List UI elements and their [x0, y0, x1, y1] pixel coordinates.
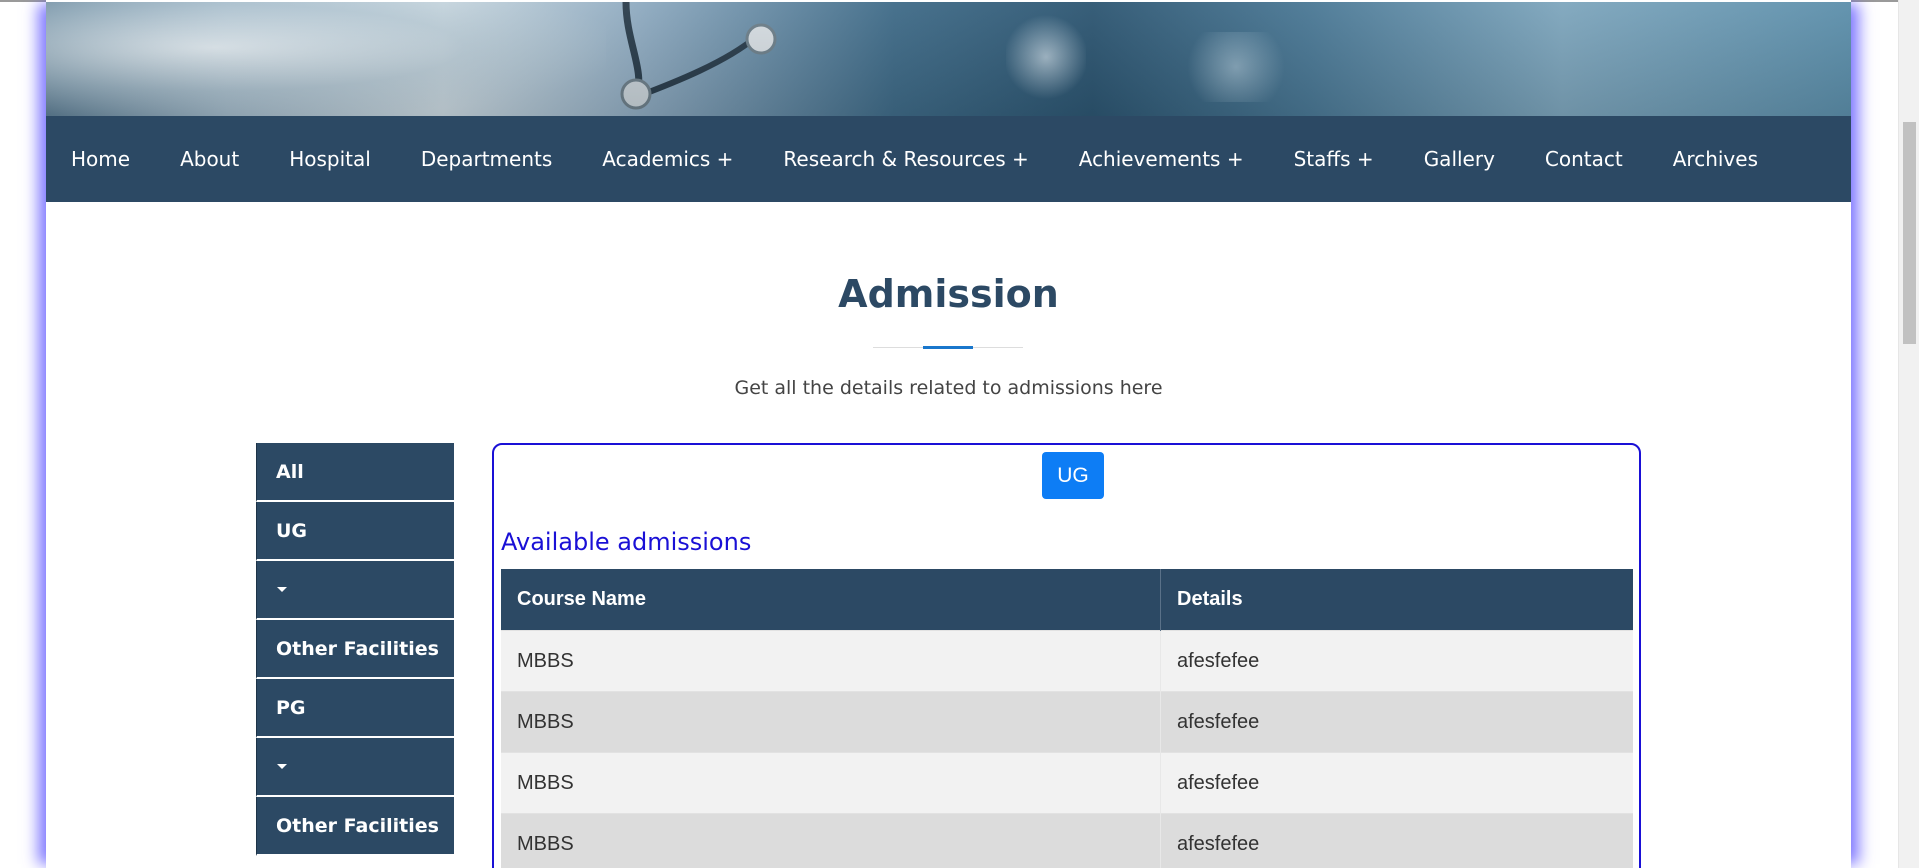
admission-category-sidebar: All UG Other Facilities PG Other Facilit… — [256, 443, 454, 856]
sidebar-item-label: All — [276, 460, 304, 483]
nav-achievements[interactable]: Achievements + — [1079, 147, 1244, 171]
title-accent-bar — [923, 346, 973, 349]
page-title: Admission — [838, 272, 1059, 316]
sidebar-item-label: UG — [276, 519, 308, 542]
details-cell: afesfefee — [1160, 813, 1633, 868]
details-cell: afesfefee — [1160, 691, 1633, 753]
nav-home[interactable]: Home — [71, 147, 130, 171]
table-header-row: Course Name Details — [501, 569, 1633, 631]
sidebar-item-label: PG — [276, 696, 306, 719]
nav-gallery[interactable]: Gallery — [1424, 147, 1495, 171]
admissions-panel: UG Available admissions Course Name Deta… — [492, 443, 1641, 868]
table-row: MBBS afesfefee — [501, 691, 1633, 753]
scrollbar-thumb[interactable] — [1903, 122, 1916, 344]
details-cell: afesfefee — [1160, 752, 1633, 814]
hero-banner-image — [46, 2, 1851, 116]
page-scrollbar[interactable] — [1898, 0, 1919, 868]
nav-archives[interactable]: Archives — [1673, 147, 1758, 171]
column-header-details: Details — [1160, 569, 1633, 631]
page: Home About Hospital Departments Academic… — [0, 0, 1919, 868]
course-name-cell: MBBS — [501, 813, 1161, 868]
banner-shade — [46, 2, 1851, 116]
sidebar-item-label: Other Facilities — [276, 637, 439, 660]
sidebar-item-pg[interactable]: PG — [256, 679, 454, 738]
nav-contact[interactable]: Contact — [1545, 147, 1623, 171]
details-cell: afesfefee — [1160, 630, 1633, 692]
site-frame: Home About Hospital Departments Academic… — [46, 0, 1851, 868]
sidebar-item-pg-dropdown[interactable] — [256, 738, 454, 797]
caret-down-icon — [277, 764, 287, 769]
course-name-cell: MBBS — [501, 691, 1161, 753]
sidebar-item-ug[interactable]: UG — [256, 502, 454, 561]
course-name-cell: MBBS — [501, 630, 1161, 692]
column-header-course-name: Course Name — [501, 569, 1161, 631]
ug-filter-button[interactable]: UG — [1042, 452, 1104, 499]
sidebar-item-ug-other-facilities[interactable]: Other Facilities — [256, 620, 454, 679]
admissions-table: Course Name Details MBBS afesfefee MBBS … — [501, 569, 1633, 868]
course-name-cell: MBBS — [501, 752, 1161, 814]
main-navbar: Home About Hospital Departments Academic… — [46, 116, 1851, 202]
available-admissions-heading: Available admissions — [501, 528, 752, 556]
page-subtitle: Get all the details related to admission… — [734, 377, 1163, 399]
nav-staffs[interactable]: Staffs + — [1294, 147, 1374, 171]
sidebar-item-label: Other Facilities — [276, 814, 439, 837]
caret-down-icon — [277, 587, 287, 592]
nav-hospital[interactable]: Hospital — [289, 147, 371, 171]
nav-research-resources[interactable]: Research & Resources + — [783, 147, 1028, 171]
nav-academics[interactable]: Academics + — [602, 147, 733, 171]
nav-about[interactable]: About — [180, 147, 239, 171]
sidebar-item-all[interactable]: All — [256, 443, 454, 502]
table-row: MBBS afesfefee — [501, 630, 1633, 692]
sidebar-item-pg-other-facilities[interactable]: Other Facilities — [256, 797, 454, 856]
nav-departments[interactable]: Departments — [421, 147, 552, 171]
sidebar-item-ug-dropdown[interactable] — [256, 561, 454, 620]
table-row: MBBS afesfefee — [501, 752, 1633, 814]
table-row: MBBS afesfefee — [501, 813, 1633, 868]
